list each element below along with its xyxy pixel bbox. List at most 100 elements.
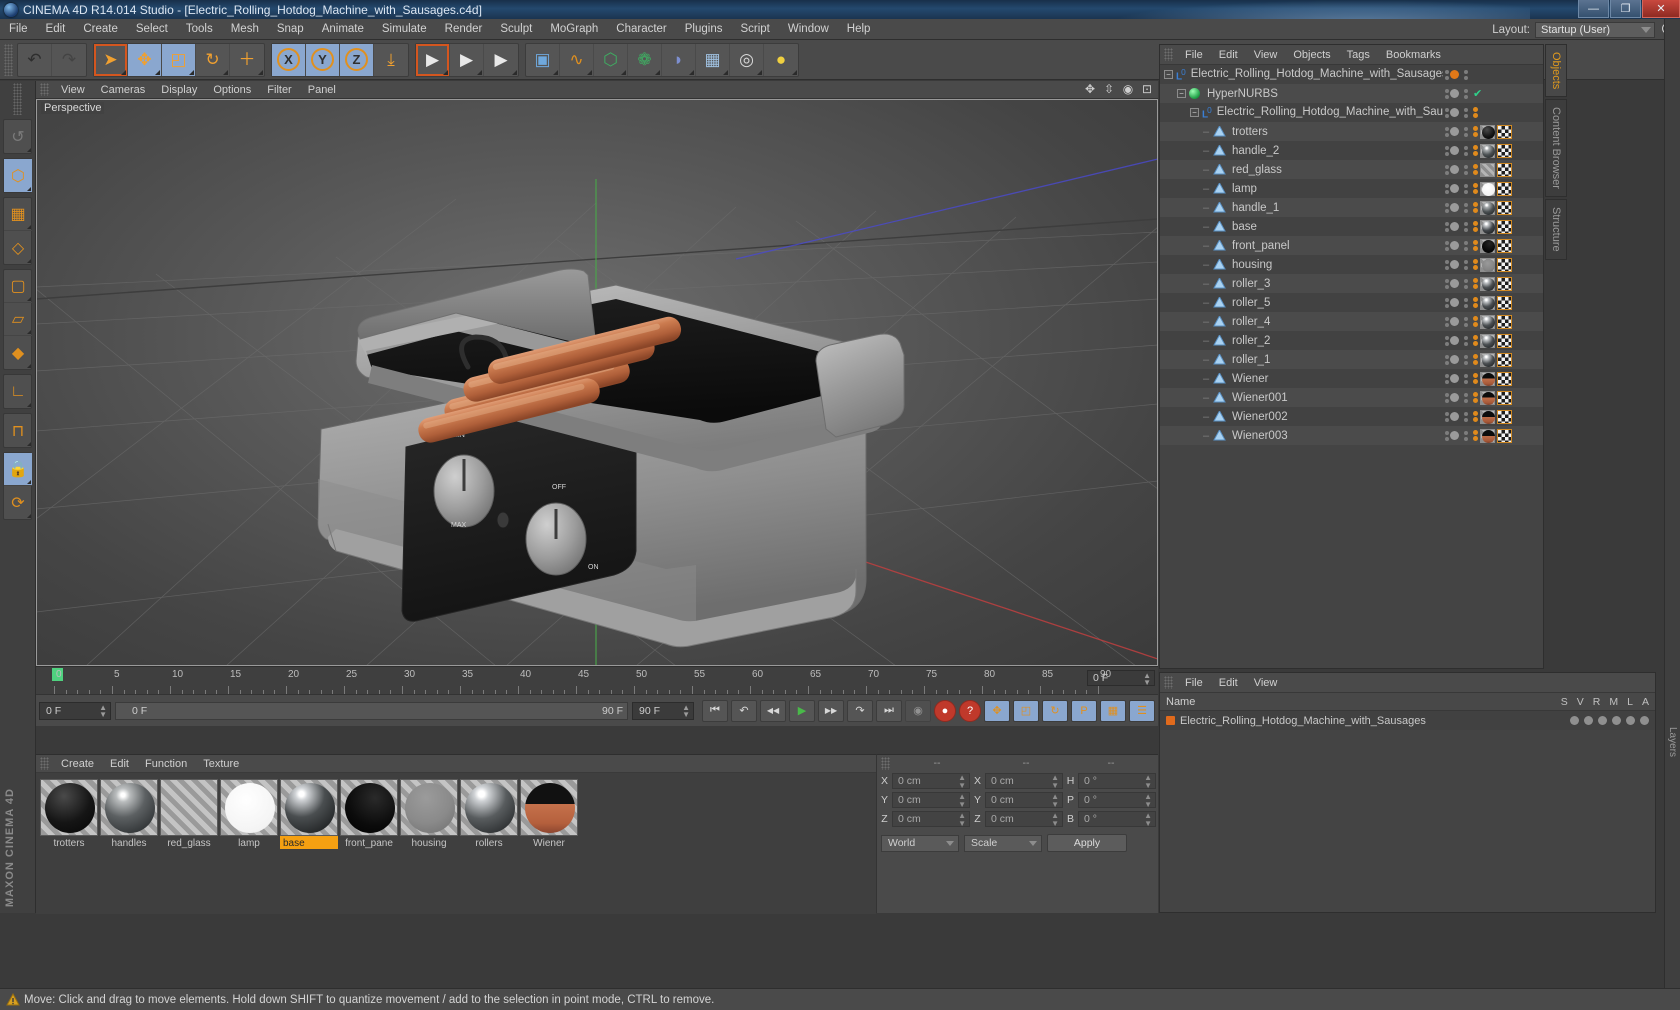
timeline-fields-row[interactable]: 0 F ▲ ▼ 0 F 90 F 90 F ▲ ▼ ⏮ ↶ ◀◀ ▶ ▶▶ ↷ ⏭ ◉ ●? ✥ ◰ ↻ P… bbox=[36, 695, 1158, 726]
material-item[interactable]: trotters bbox=[40, 779, 98, 849]
editor-render-dots[interactable] bbox=[1462, 107, 1469, 118]
menu-item-render[interactable]: Render bbox=[436, 21, 492, 37]
object-tree[interactable]: − L0 Electric_Rolling_Hotdog_Machine_with_… bbox=[1160, 65, 1543, 445]
layer-flag-dot[interactable] bbox=[1626, 716, 1635, 725]
object-menu-bookmarks[interactable]: Bookmarks bbox=[1378, 48, 1449, 62]
uv-tag-icon[interactable] bbox=[1497, 314, 1512, 329]
visibility-dot[interactable] bbox=[1450, 374, 1459, 383]
redo-icon[interactable]: ↷ bbox=[52, 44, 86, 76]
stepper-icon[interactable]: ▲ ▼ bbox=[1144, 792, 1152, 809]
side-tab-objects[interactable]: Objects bbox=[1545, 44, 1567, 98]
record-active-icon[interactable]: ◉ bbox=[905, 699, 931, 722]
material-preview[interactable] bbox=[460, 779, 518, 836]
submenu-corner-icon[interactable] bbox=[27, 364, 31, 368]
object-row[interactable]: – handle_2 bbox=[1160, 141, 1543, 160]
menu-item-animate[interactable]: Animate bbox=[313, 21, 373, 37]
layer-column-r[interactable]: R bbox=[1593, 696, 1601, 708]
coordinates-manager[interactable]: -- -- -- X 0 cm ▲ ▼ X 0 cm ▲ ▼ H 0 ° ▲ ▼ Y 0 c… bbox=[876, 754, 1158, 913]
layer-flag-dot[interactable] bbox=[1612, 716, 1621, 725]
submenu-corner-icon[interactable] bbox=[477, 69, 482, 75]
material-tag-icon[interactable] bbox=[1480, 295, 1495, 310]
stepper-icon[interactable]: ▲ ▼ bbox=[958, 773, 966, 790]
stepper-icon[interactable]: ▲ ▼ bbox=[1051, 811, 1059, 828]
tag-indicator-dots[interactable] bbox=[1473, 392, 1478, 403]
menu-item-mograph[interactable]: MoGraph bbox=[541, 21, 607, 37]
play-icon[interactable]: ▶ bbox=[789, 699, 815, 722]
object-tags[interactable] bbox=[1473, 124, 1543, 139]
coordinates-row-y[interactable]: Y 0 cm ▲ ▼ Y 0 cm ▲ ▼ P 0 ° ▲ ▼ bbox=[877, 790, 1158, 809]
object-tree-cell[interactable]: – roller_1 bbox=[1160, 353, 1443, 366]
object-tree-cell[interactable]: – lamp bbox=[1160, 182, 1443, 195]
array-icon[interactable]: ❁ bbox=[628, 43, 662, 76]
uv-tag-icon[interactable] bbox=[1497, 409, 1512, 424]
layer-column-m[interactable]: M bbox=[1609, 696, 1618, 708]
tag-indicator-dots[interactable] bbox=[1473, 411, 1478, 422]
viewport-menu-grip[interactable] bbox=[40, 83, 49, 96]
material-tag-icon[interactable] bbox=[1480, 162, 1495, 177]
visibility-dot[interactable] bbox=[1450, 127, 1459, 136]
stepper-icon[interactable]: ▲ ▼ bbox=[1144, 811, 1152, 828]
submenu-corner-icon[interactable] bbox=[223, 69, 228, 75]
viewport-menu-panel[interactable]: Panel bbox=[300, 83, 344, 97]
visibility-dot[interactable] bbox=[1450, 222, 1459, 231]
layer-column-l[interactable]: L bbox=[1627, 696, 1633, 708]
close-button[interactable]: ✕ bbox=[1642, 0, 1680, 18]
object-row[interactable]: − HyperNURBS ✔ bbox=[1160, 84, 1543, 103]
orbit-icon[interactable]: ◉ bbox=[1121, 82, 1135, 96]
maximize-view-icon[interactable]: ⊡ bbox=[1140, 82, 1154, 96]
rotate-icon[interactable]: ↻ bbox=[196, 43, 230, 76]
workplane-icon[interactable]: ◇ bbox=[4, 231, 32, 264]
menu-item-tools[interactable]: Tools bbox=[177, 21, 222, 37]
size-x-field[interactable]: 0 cm ▲ ▼ bbox=[985, 772, 1063, 789]
visibility-dot[interactable] bbox=[1450, 279, 1459, 288]
material-item[interactable]: lamp bbox=[220, 779, 278, 849]
tag-indicator-dots[interactable] bbox=[1473, 145, 1478, 156]
apply-button[interactable]: Apply bbox=[1047, 834, 1127, 852]
viewport-menu-options[interactable]: Options bbox=[205, 83, 259, 97]
menu-item-simulate[interactable]: Simulate bbox=[373, 21, 436, 37]
submenu-corner-icon[interactable] bbox=[689, 69, 694, 75]
material-preview[interactable] bbox=[160, 779, 218, 836]
expand-collapse-icon[interactable]: − bbox=[1177, 89, 1186, 98]
object-row[interactable]: – red_glass bbox=[1160, 160, 1543, 179]
menu-item-character[interactable]: Character bbox=[607, 21, 676, 37]
submenu-corner-icon[interactable] bbox=[757, 69, 762, 75]
step-back-icon[interactable]: ◀◀ bbox=[760, 699, 786, 722]
menu-item-script[interactable]: Script bbox=[731, 21, 778, 37]
object-tags[interactable] bbox=[1473, 295, 1543, 310]
object-tags[interactable] bbox=[1473, 143, 1543, 158]
layer-menu-file[interactable]: File bbox=[1177, 676, 1211, 690]
object-row[interactable]: – roller_3 bbox=[1160, 274, 1543, 293]
cursor-select-icon[interactable]: ➤ bbox=[94, 43, 128, 76]
object-menu-objects[interactable]: Objects bbox=[1285, 48, 1338, 62]
autokey-icon[interactable]: ● bbox=[934, 699, 956, 722]
tag-indicator-dots[interactable] bbox=[1473, 316, 1478, 327]
object-row[interactable]: – base bbox=[1160, 217, 1543, 236]
object-row[interactable]: – roller_2 bbox=[1160, 331, 1543, 350]
object-tags[interactable] bbox=[1473, 276, 1543, 291]
visibility-dot[interactable] bbox=[1450, 146, 1459, 155]
tag-indicator-dots[interactable] bbox=[1473, 164, 1478, 175]
editor-render-dots[interactable] bbox=[1462, 164, 1469, 175]
submenu-corner-icon[interactable] bbox=[27, 187, 31, 191]
skip-end-icon[interactable]: ⏭ bbox=[876, 699, 902, 722]
layer-row[interactable]: Electric_Rolling_Hotdog_Machine_with_Sau… bbox=[1160, 711, 1655, 730]
lock-workplane-icon[interactable]: 🔒 bbox=[4, 453, 32, 486]
plus-icon[interactable]: ＋ bbox=[230, 44, 264, 76]
object-row[interactable]: – roller_4 bbox=[1160, 312, 1543, 331]
material-tag-icon[interactable] bbox=[1480, 219, 1495, 234]
menu-item-window[interactable]: Window bbox=[779, 21, 838, 37]
submenu-corner-icon[interactable] bbox=[27, 297, 31, 301]
axis-z-icon[interactable]: Z bbox=[340, 43, 374, 76]
object-menu-edit[interactable]: Edit bbox=[1211, 48, 1246, 62]
enabled-check-icon[interactable]: ✔ bbox=[1473, 87, 1482, 100]
submenu-corner-icon[interactable] bbox=[27, 330, 31, 334]
object-tags[interactable] bbox=[1473, 390, 1543, 405]
editor-render-dots[interactable] bbox=[1462, 259, 1469, 270]
texture-mode-icon[interactable]: ▦ bbox=[4, 198, 32, 231]
object-tags[interactable] bbox=[1473, 219, 1543, 234]
editor-render-dots[interactable] bbox=[1462, 430, 1469, 441]
material-list[interactable]: trotters handles red_glass lamp base front_pa… bbox=[36, 773, 876, 914]
material-tag-icon[interactable] bbox=[1480, 371, 1495, 386]
tag-indicator-dots[interactable] bbox=[1473, 335, 1478, 346]
